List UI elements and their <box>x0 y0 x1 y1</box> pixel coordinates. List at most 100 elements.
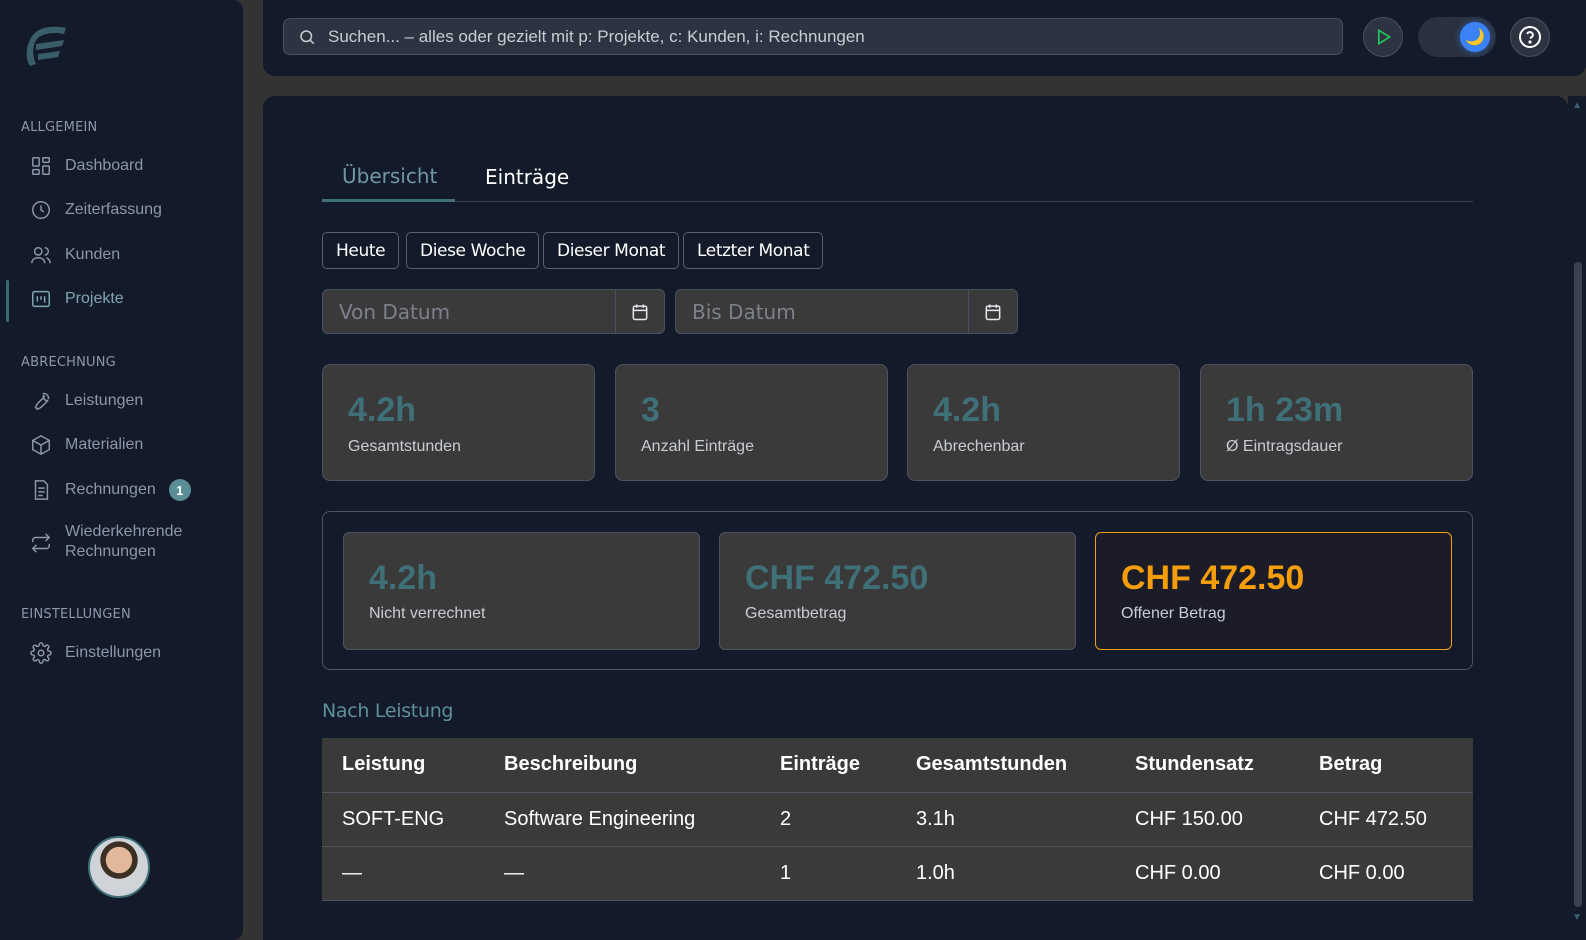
column-header: Einträge <box>760 738 896 793</box>
sidebar-item-leistungen[interactable]: Leistungen <box>30 383 230 419</box>
users-icon <box>30 244 52 266</box>
topbar: 🌙 <box>263 0 1586 76</box>
stat-card-anzahl-eintraege: 3 Anzahl Einträge <box>615 364 888 481</box>
sidebar: ALLGEMEIN Dashboard Zeiterfassung Kunden… <box>0 0 243 940</box>
table-row: — — 1 1.0h CHF 0.00 CHF 0.00 <box>322 846 1473 901</box>
scrollbar-thumb[interactable] <box>1574 262 1582 907</box>
theme-toggle[interactable]: 🌙 <box>1418 17 1496 57</box>
from-date-picker-button[interactable] <box>615 290 664 333</box>
money-card-nicht-verrechnet: 4.2h Nicht verrechnet <box>343 532 700 650</box>
section-title-abrechnung: ABRECHNUNG <box>21 355 116 370</box>
moon-icon: 🌙 <box>1460 22 1490 52</box>
sidebar-item-label: Zeiterfassung <box>65 201 162 218</box>
table-cell: CHF 0.00 <box>1299 846 1473 901</box>
table-cell: 1 <box>760 846 896 901</box>
sidebar-item-label: Rechnungen <box>65 481 156 498</box>
stat-value: 1h 23m <box>1226 391 1344 429</box>
money-value: 4.2h <box>369 559 438 597</box>
sidebar-item-label: Dashboard <box>65 157 144 174</box>
money-card-offener-betrag: CHF 472.50 Offener Betrag <box>1095 532 1452 650</box>
invoice-count-badge: 1 <box>168 479 191 501</box>
table-cell: 3.1h <box>896 792 1115 847</box>
help-button[interactable] <box>1510 17 1550 57</box>
money-card-gesamtbetrag: CHF 472.50 Gesamtbetrag <box>719 532 1076 650</box>
app-logo[interactable] <box>20 18 68 76</box>
table-cell: 2 <box>760 792 896 847</box>
filter-heute-button[interactable]: Heute <box>322 232 400 269</box>
services-table: Leistung Beschreibung Einträge Gesamtstu… <box>322 738 1473 901</box>
column-header: Gesamtstunden <box>896 738 1115 793</box>
user-avatar[interactable] <box>88 836 150 898</box>
section-title-allgemein: ALLGEMEIN <box>21 120 98 135</box>
table-cell: CHF 150.00 <box>1115 792 1299 847</box>
dashboard-icon <box>30 155 52 177</box>
table-cell: SOFT-ENG <box>322 792 484 847</box>
wrench-icon <box>30 390 52 412</box>
active-indicator <box>6 280 9 322</box>
sidebar-item-rechnungen[interactable]: Rechnungen 1 <box>30 472 230 508</box>
calendar-icon <box>983 302 1003 322</box>
sidebar-item-label: Projekte <box>65 290 124 307</box>
tab-uebersicht[interactable]: Übersicht <box>322 152 455 202</box>
box-icon <box>30 434 52 456</box>
sidebar-item-label: Leistungen <box>65 392 144 409</box>
stat-card-eintragsdauer: 1h 23m Ø Eintragsdauer <box>1200 364 1473 481</box>
billing-summary: 4.2h Nicht verrechnet CHF 472.50 Gesamtb… <box>322 511 1473 670</box>
to-date-picker-button[interactable] <box>968 290 1017 333</box>
sidebar-item-kunden[interactable]: Kunden <box>30 237 230 273</box>
main-content: Übersicht Einträge Heute Diese Woche Die… <box>263 96 1568 940</box>
table-cell: — <box>484 846 760 901</box>
sidebar-item-zeiterfassung[interactable]: Zeiterfassung <box>30 192 230 228</box>
stat-value: 3 <box>641 391 660 429</box>
tab-eintraege[interactable]: Einträge <box>485 152 569 202</box>
project-icon <box>30 288 52 310</box>
table-header-row: Leistung Beschreibung Einträge Gesamtstu… <box>322 738 1473 793</box>
sidebar-item-einstellungen[interactable]: Einstellungen <box>30 635 230 671</box>
stat-label: Anzahl Einträge <box>641 438 754 455</box>
money-label: Nicht verrechnet <box>369 605 486 622</box>
stat-label: Gesamtstunden <box>348 438 461 455</box>
table-cell: Software Engineering <box>484 792 760 847</box>
column-header: Leistung <box>322 738 484 793</box>
filter-letzter-monat-button[interactable]: Letzter Monat <box>683 232 824 269</box>
stat-value: 4.2h <box>933 391 1002 429</box>
table-cell: — <box>322 846 484 901</box>
stat-value: 4.2h <box>348 391 417 429</box>
search-box[interactable] <box>283 18 1343 55</box>
sidebar-item-label: Kunden <box>65 246 121 263</box>
sidebar-item-dashboard[interactable]: Dashboard <box>30 148 230 184</box>
to-date-input[interactable]: Bis Datum <box>676 290 968 333</box>
sidebar-item-label: Materialien <box>65 436 144 453</box>
from-date-field[interactable]: Von Datum <box>322 289 665 334</box>
scroll-up-arrow[interactable]: ▲ <box>1572 100 1582 111</box>
column-header: Betrag <box>1299 738 1473 793</box>
section-title-einstellungen: EINSTELLUNGEN <box>21 607 131 622</box>
sidebar-item-label: Wiederkehrende Rechnungen <box>65 523 183 560</box>
stat-label: Ø Eintragsdauer <box>1226 438 1343 455</box>
start-timer-button[interactable] <box>1363 17 1403 57</box>
filter-diese-woche-button[interactable]: Diese Woche <box>406 232 540 269</box>
sidebar-item-label: Einstellungen <box>65 644 162 661</box>
column-header: Beschreibung <box>484 738 760 793</box>
money-value: CHF 472.50 <box>745 559 929 597</box>
tab-bar: Übersicht Einträge <box>322 152 1473 202</box>
stat-label: Abrechenbar <box>933 438 1025 455</box>
table-cell: 1.0h <box>896 846 1115 901</box>
to-date-field[interactable]: Bis Datum <box>675 289 1018 334</box>
filter-dieser-monat-button[interactable]: Dieser Monat <box>543 232 680 269</box>
sidebar-item-wiederkehrende-rechnungen[interactable]: Wiederkehrende Rechnungen <box>30 522 230 566</box>
search-input[interactable] <box>328 26 1328 47</box>
help-icon <box>1518 25 1542 49</box>
table-row: SOFT-ENG Software Engineering 2 3.1h CHF… <box>322 792 1473 847</box>
gear-icon <box>30 642 52 664</box>
scroll-down-arrow[interactable]: ▼ <box>1572 912 1582 923</box>
sidebar-item-materialien[interactable]: Materialien <box>30 427 230 463</box>
column-header: Stundensatz <box>1115 738 1299 793</box>
invoice-icon <box>30 479 52 501</box>
sidebar-item-projekte[interactable]: Projekte <box>30 281 230 317</box>
from-date-input[interactable]: Von Datum <box>323 290 615 333</box>
section-heading-nach-leistung: Nach Leistung <box>322 700 454 722</box>
play-icon <box>1373 27 1393 47</box>
table-cell: CHF 0.00 <box>1115 846 1299 901</box>
table-cell: CHF 472.50 <box>1299 792 1473 847</box>
